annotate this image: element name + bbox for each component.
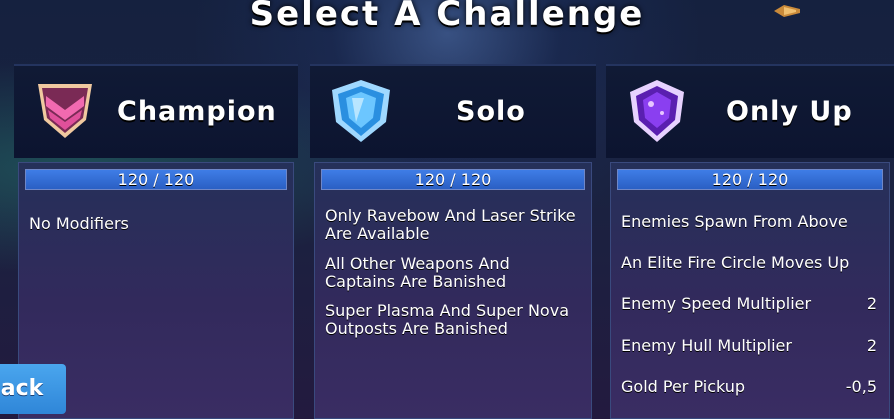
challenge-card-solo[interactable]: Solo 120 / 120 Only Ravebow And Laser St… xyxy=(310,64,596,419)
modifier-text: An Elite Fire Circle Moves Up xyxy=(621,253,850,272)
modifier-text: All Other Weapons And Captains Are Banis… xyxy=(325,254,510,291)
modifier-value: 2 xyxy=(866,336,877,355)
back-button-label: Back xyxy=(0,376,44,401)
modifier-text: Enemies Spawn From Above xyxy=(621,212,848,231)
card-body: 120 / 120 Only Ravebow And Laser Strike … xyxy=(314,162,592,419)
modifier-text: No Modifiers xyxy=(29,214,129,233)
progress-label: 120 / 120 xyxy=(414,170,492,189)
modifier-row: Enemies Spawn From Above xyxy=(621,213,877,231)
ship-icon xyxy=(774,5,800,17)
challenge-card-only-up[interactable]: Only Up 120 / 120 Enemies Spawn From Abo… xyxy=(606,64,894,419)
modifier-row: Enemy Hull Multiplier 2 xyxy=(621,337,877,355)
progress-bar: 120 / 120 xyxy=(321,169,585,190)
modifier-text: Enemy Hull Multiplier xyxy=(621,336,792,355)
card-header: Champion xyxy=(14,64,298,158)
modifier-text: Gold Per Pickup xyxy=(621,377,746,396)
progress-label: 120 / 120 xyxy=(711,170,789,189)
modifier-value: 2 xyxy=(866,294,877,313)
champion-chevron-icon xyxy=(38,84,92,138)
card-title: Only Up xyxy=(726,96,853,127)
progress-label: 120 / 120 xyxy=(117,170,195,189)
modifier-row: An Elite Fire Circle Moves Up xyxy=(621,254,877,272)
modifier-row: Enemy Speed Multiplier 2 xyxy=(621,295,877,313)
only-up-crystal-icon xyxy=(630,80,684,142)
solo-shield-icon xyxy=(332,80,390,142)
card-header: Solo xyxy=(310,64,596,158)
screen-title: Select A Challenge xyxy=(249,0,645,34)
modifier-value: -0,5 xyxy=(845,377,877,396)
modifier-text: Enemy Speed Multiplier xyxy=(621,294,812,313)
card-title: Champion xyxy=(117,96,277,127)
modifier-text: Super Plasma And Super Nova Outposts Are… xyxy=(325,301,569,338)
card-body: 120 / 120 Enemies Spawn From Above An El… xyxy=(610,162,890,419)
modifier-text: Only Ravebow And Laser Strike Are Availa… xyxy=(325,206,576,243)
back-button[interactable]: Back xyxy=(0,364,66,414)
progress-bar: 120 / 120 xyxy=(617,169,883,190)
card-title: Solo xyxy=(456,96,526,127)
modifier-row: Gold Per Pickup -0,5 xyxy=(621,378,877,396)
card-header: Only Up xyxy=(606,64,894,158)
progress-bar: 120 / 120 xyxy=(25,169,287,190)
